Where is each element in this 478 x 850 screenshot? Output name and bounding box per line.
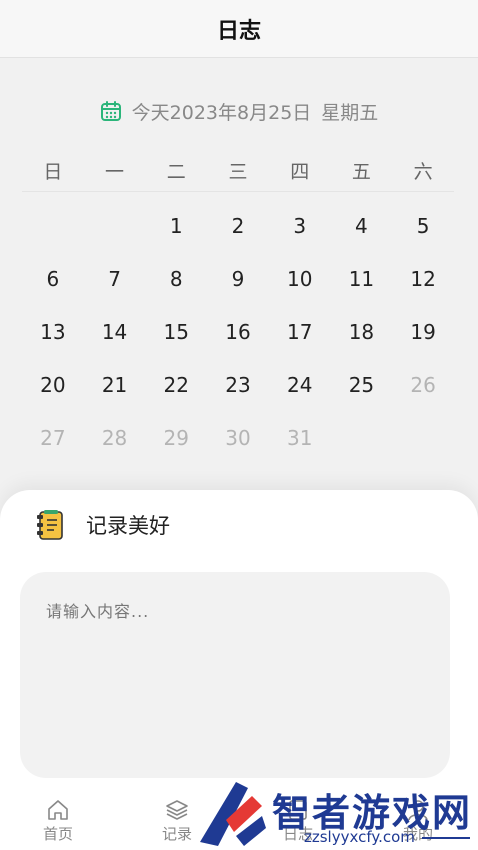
weekday-label: 二 — [166, 161, 186, 183]
calendar-day-grid: 1 2 3 4 5 6 7 8 9 10 11 12 13 14 15 16 17 18 19 20 21 22 23 24 2… — [22, 200, 454, 465]
note-sheet-header: 记录美好 — [36, 508, 170, 542]
today-weekday-text: 星期五 — [321, 101, 379, 124]
calendar-day[interactable]: 25 — [331, 359, 393, 412]
tab-home-label: 首页 — [42, 825, 73, 843]
watermark-logo — [200, 782, 266, 846]
calendar-day[interactable]: 20 — [22, 359, 84, 412]
calendar-day[interactable]: 23 — [207, 359, 269, 412]
calendar-day[interactable]: 17 — [269, 306, 331, 359]
calendar-day[interactable]: 12 — [392, 253, 454, 306]
tab-home[interactable]: 首页 — [26, 794, 90, 846]
note-content-input[interactable] — [20, 572, 450, 778]
watermark-underline — [422, 837, 470, 839]
note-sheet: 记录美好 — [0, 490, 478, 790]
watermark-url: zzslyyxcfy.com — [304, 828, 415, 846]
calendar-day[interactable]: 28 — [84, 412, 146, 465]
weekday-header-row: 日一二三四五六 — [22, 152, 454, 192]
calendar-day[interactable]: 13 — [22, 306, 84, 359]
site-watermark: 智者游戏网 zzslyyxcfy.com — [196, 776, 478, 850]
today-date-text: 今天2023年8月25日 — [131, 101, 312, 124]
calendar-day[interactable]: 29 — [145, 412, 207, 465]
weekday-label: 六 — [413, 161, 433, 183]
today-date-line: 今天2023年8月25日 星期五 — [0, 96, 478, 126]
calendar-day[interactable]: 15 — [145, 306, 207, 359]
calendar-day[interactable]: 30 — [207, 412, 269, 465]
calendar-icon — [100, 100, 122, 122]
calendar-blank-cell — [22, 200, 84, 253]
calendar-day[interactable]: 7 — [84, 253, 146, 306]
calendar-day[interactable]: 11 — [331, 253, 393, 306]
calendar-day[interactable]: 4 — [331, 200, 393, 253]
calendar-day[interactable]: 5 — [392, 200, 454, 253]
note-sheet-title: 记录美好 — [86, 514, 170, 538]
calendar-blank-cell — [84, 200, 146, 253]
calendar-day[interactable]: 27 — [22, 412, 84, 465]
page-title: 日志 — [216, 18, 261, 44]
calendar-day[interactable]: 14 — [84, 306, 146, 359]
app-header: 日志 — [0, 0, 478, 58]
calendar-day[interactable]: 10 — [269, 253, 331, 306]
home-icon — [48, 800, 68, 820]
calendar-day[interactable]: 31 — [269, 412, 331, 465]
calendar-day[interactable]: 24 — [269, 359, 331, 412]
calendar-day[interactable]: 16 — [207, 306, 269, 359]
calendar-day[interactable]: 3 — [269, 200, 331, 253]
calendar-day[interactable]: 9 — [207, 253, 269, 306]
notebook-icon — [36, 509, 66, 541]
calendar-day[interactable]: 22 — [145, 359, 207, 412]
calendar-day[interactable]: 6 — [22, 253, 84, 306]
calendar-day[interactable]: 19 — [392, 306, 454, 359]
calendar-day[interactable]: 1 — [145, 200, 207, 253]
weekday-label: 三 — [228, 161, 248, 183]
calendar-day[interactable]: 18 — [331, 306, 393, 359]
weekday-label: 五 — [351, 161, 371, 183]
tab-records-label: 记录 — [161, 825, 192, 843]
weekday-label: 日 — [43, 161, 63, 183]
calendar-day[interactable]: 26 — [392, 359, 454, 412]
weekday-label: 一 — [105, 161, 125, 183]
calendar-day[interactable]: 8 — [145, 253, 207, 306]
weekday-label: 四 — [290, 161, 310, 183]
calendar-day[interactable]: 2 — [207, 200, 269, 253]
layers-icon — [166, 800, 188, 820]
calendar-day[interactable]: 21 — [84, 359, 146, 412]
